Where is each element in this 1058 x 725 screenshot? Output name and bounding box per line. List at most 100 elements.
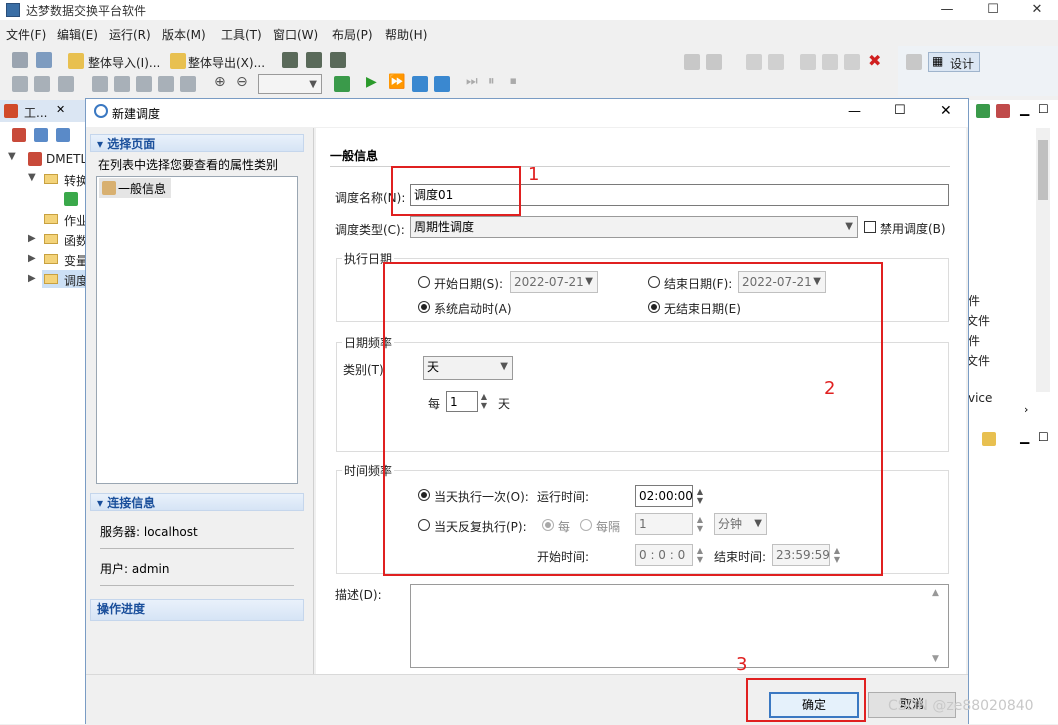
undo-icon[interactable]	[746, 54, 762, 70]
outline-item[interactable]: 文件	[966, 312, 990, 329]
outline-item[interactable]: 文件	[966, 352, 990, 369]
pause-icon[interactable]: ⏸	[488, 74, 495, 89]
connect-icon[interactable]	[12, 52, 28, 68]
collapse-icon[interactable]: ▶	[28, 233, 36, 244]
database-icon[interactable]	[282, 52, 298, 68]
link-icon[interactable]	[996, 104, 1010, 118]
debug-icon[interactable]	[434, 76, 450, 92]
explorer-icon	[4, 104, 18, 118]
scroll-right-icon[interactable]: ›	[1024, 403, 1028, 416]
outline-item[interactable]: vice	[968, 391, 992, 405]
distribute-icon[interactable]	[158, 76, 174, 92]
menu-tools[interactable]: 工具(T)	[221, 26, 262, 43]
collapse-icon[interactable]: ▶	[28, 253, 36, 264]
zoom-select[interactable]: ▼	[258, 74, 322, 94]
disconnect-icon[interactable]	[36, 52, 52, 68]
layout-flow-icon[interactable]	[58, 76, 74, 92]
open-perspective-icon[interactable]	[906, 54, 922, 70]
progress-header[interactable]: 操作进度	[90, 599, 304, 621]
new-item-icon[interactable]	[982, 432, 996, 446]
database-edit-icon[interactable]	[330, 52, 346, 68]
stop-icon[interactable]: ⏹	[510, 74, 517, 89]
minimize-view-icon[interactable]: ▁	[1020, 102, 1029, 116]
maximize-button[interactable]: ☐	[970, 0, 1016, 20]
schedule-type-select[interactable]: 周期性调度 ▼	[410, 216, 858, 238]
maximize-view-icon[interactable]: ☐	[1038, 102, 1049, 116]
maximize-view-icon[interactable]: ☐	[1038, 430, 1049, 444]
cut-icon[interactable]	[800, 54, 816, 70]
run-icon[interactable]: ▶	[366, 74, 377, 90]
dialog-close-button[interactable]: ✕	[940, 103, 952, 119]
step-icon[interactable]	[412, 76, 428, 92]
connection-header[interactable]: ▾ 连接信息	[90, 493, 304, 511]
page-list[interactable]	[96, 176, 298, 484]
sync-icon[interactable]	[976, 104, 990, 118]
dialog-maximize-button[interactable]: ☐	[894, 103, 906, 118]
select-page-header[interactable]: ▾ 选择页面	[90, 134, 304, 152]
dialog-minimize-button[interactable]: —	[848, 104, 861, 119]
close-tab-icon[interactable]: ✕	[56, 103, 65, 116]
app-title: 达梦数据交换平台软件	[26, 4, 147, 18]
layout-tree-icon[interactable]	[34, 76, 50, 92]
explorer-tab[interactable]: 工...	[24, 104, 47, 121]
page-general-info[interactable]: 一般信息	[118, 180, 166, 197]
project-icon	[28, 152, 42, 166]
layout-icon[interactable]	[12, 76, 28, 92]
collapse-icon[interactable]: ▶	[28, 273, 36, 284]
import-all-button[interactable]: 整体导入(I)...	[88, 54, 160, 71]
folder-icon	[44, 174, 58, 184]
minimize-button[interactable]: —	[924, 0, 970, 20]
menu-file[interactable]: 文件(F)	[6, 26, 46, 43]
tree-item-dmetl[interactable]: DMETL	[46, 152, 87, 166]
description-label: 描述(D):	[335, 588, 382, 602]
distribute-v-icon[interactable]	[180, 76, 196, 92]
redo-icon[interactable]	[768, 54, 784, 70]
select-page-header-label: 选择页面	[107, 137, 156, 151]
new-project-icon[interactable]	[12, 128, 26, 142]
copy-icon[interactable]	[822, 54, 838, 70]
delete-icon[interactable]: ✖	[868, 51, 881, 70]
zoom-out-icon[interactable]: ⊖	[236, 74, 248, 90]
annotation-label-1: 1	[528, 164, 540, 185]
scroll-down-icon[interactable]: ▼	[932, 654, 939, 664]
menu-window[interactable]: 窗口(W)	[273, 26, 318, 43]
menu-version[interactable]: 版本(M)	[162, 26, 206, 43]
schedule-icon	[94, 104, 108, 118]
database-add-icon[interactable]	[306, 52, 322, 68]
scroll-up-icon[interactable]: ▲	[932, 588, 939, 598]
divider	[100, 585, 294, 586]
validate-icon[interactable]	[334, 76, 350, 92]
disable-schedule-checkbox[interactable]	[864, 221, 876, 233]
zoom-in-icon[interactable]: ⊕	[214, 74, 226, 90]
align-left-icon[interactable]	[92, 76, 108, 92]
run-all-icon[interactable]: ⏩	[388, 74, 405, 90]
export-project-icon[interactable]	[56, 128, 70, 142]
watermark: CSDN @ze88020840	[888, 698, 1034, 714]
save-all-icon[interactable]	[706, 54, 722, 70]
menu-edit[interactable]: 编辑(E)	[57, 26, 98, 43]
step-over-icon[interactable]: ⏭	[466, 74, 478, 89]
export-all-button[interactable]: 整体导出(X)...	[188, 54, 265, 71]
close-button[interactable]: ✕	[1014, 0, 1058, 20]
collapse-icon: ▾	[97, 496, 108, 510]
connection-header-label: 连接信息	[107, 496, 156, 510]
menu-run[interactable]: 运行(R)	[109, 26, 151, 43]
align-right-icon[interactable]	[136, 76, 152, 92]
expand-icon[interactable]: ▼	[28, 172, 36, 183]
menu-layout[interactable]: 布局(P)	[332, 26, 373, 43]
splitter[interactable]	[313, 128, 314, 674]
import-project-icon[interactable]	[34, 128, 48, 142]
dialog-titlebar	[86, 99, 968, 127]
menu-help[interactable]: 帮助(H)	[385, 26, 427, 43]
export-icon	[170, 53, 186, 69]
description-textarea[interactable]	[410, 584, 949, 668]
schedule-type-value: 周期性调度	[414, 220, 475, 234]
outline-item[interactable]: 件	[968, 332, 980, 349]
align-center-icon[interactable]	[114, 76, 130, 92]
minimize-view-icon[interactable]: ▁	[1020, 430, 1029, 444]
scrollbar-thumb[interactable]	[1038, 140, 1048, 200]
paste-icon[interactable]	[844, 54, 860, 70]
expand-icon[interactable]: ▼	[8, 151, 16, 162]
save-icon[interactable]	[684, 54, 700, 70]
outline-item[interactable]: 件	[968, 292, 980, 309]
